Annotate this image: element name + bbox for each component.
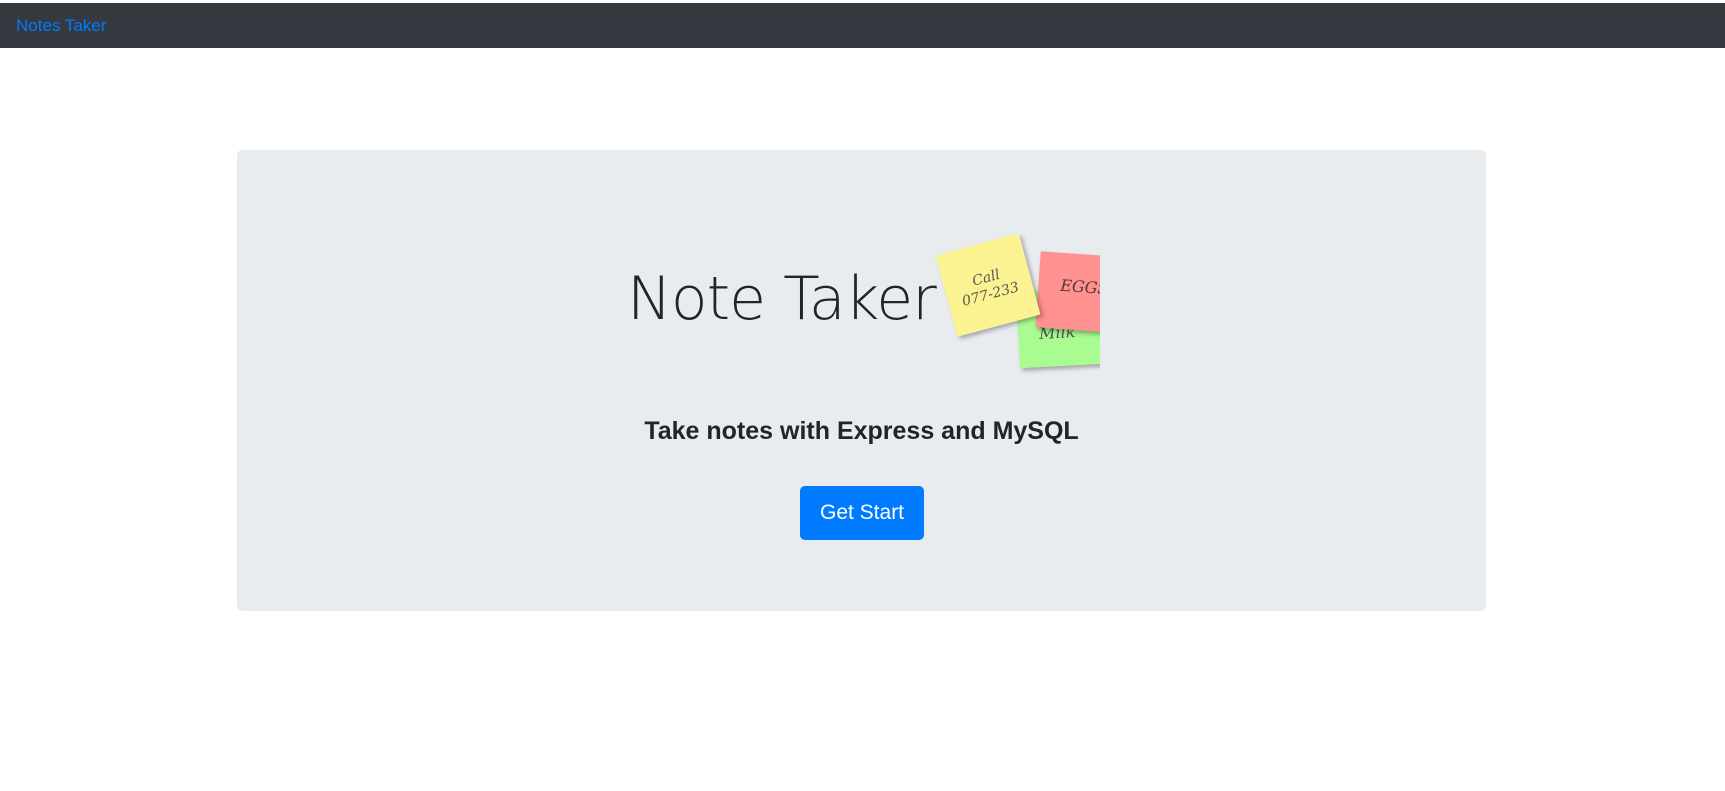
red-sticky-note: EGGS bbox=[1035, 251, 1100, 333]
hero-jumbotron: Note Taker Milk EGGS Call 077-233 Take n… bbox=[237, 150, 1486, 611]
get-start-button[interactable]: Get Start bbox=[800, 486, 924, 540]
hero-subtitle: Take notes with Express and MySQL bbox=[644, 417, 1079, 445]
page-title: Note Taker bbox=[627, 264, 937, 334]
navbar-brand-link[interactable]: Notes Taker bbox=[16, 16, 106, 36]
red-note-text: EGGS bbox=[1059, 276, 1100, 298]
sticky-notes-icon: Milk EGGS Call 077-233 bbox=[935, 235, 1100, 369]
top-navbar: Notes Taker bbox=[0, 3, 1725, 48]
